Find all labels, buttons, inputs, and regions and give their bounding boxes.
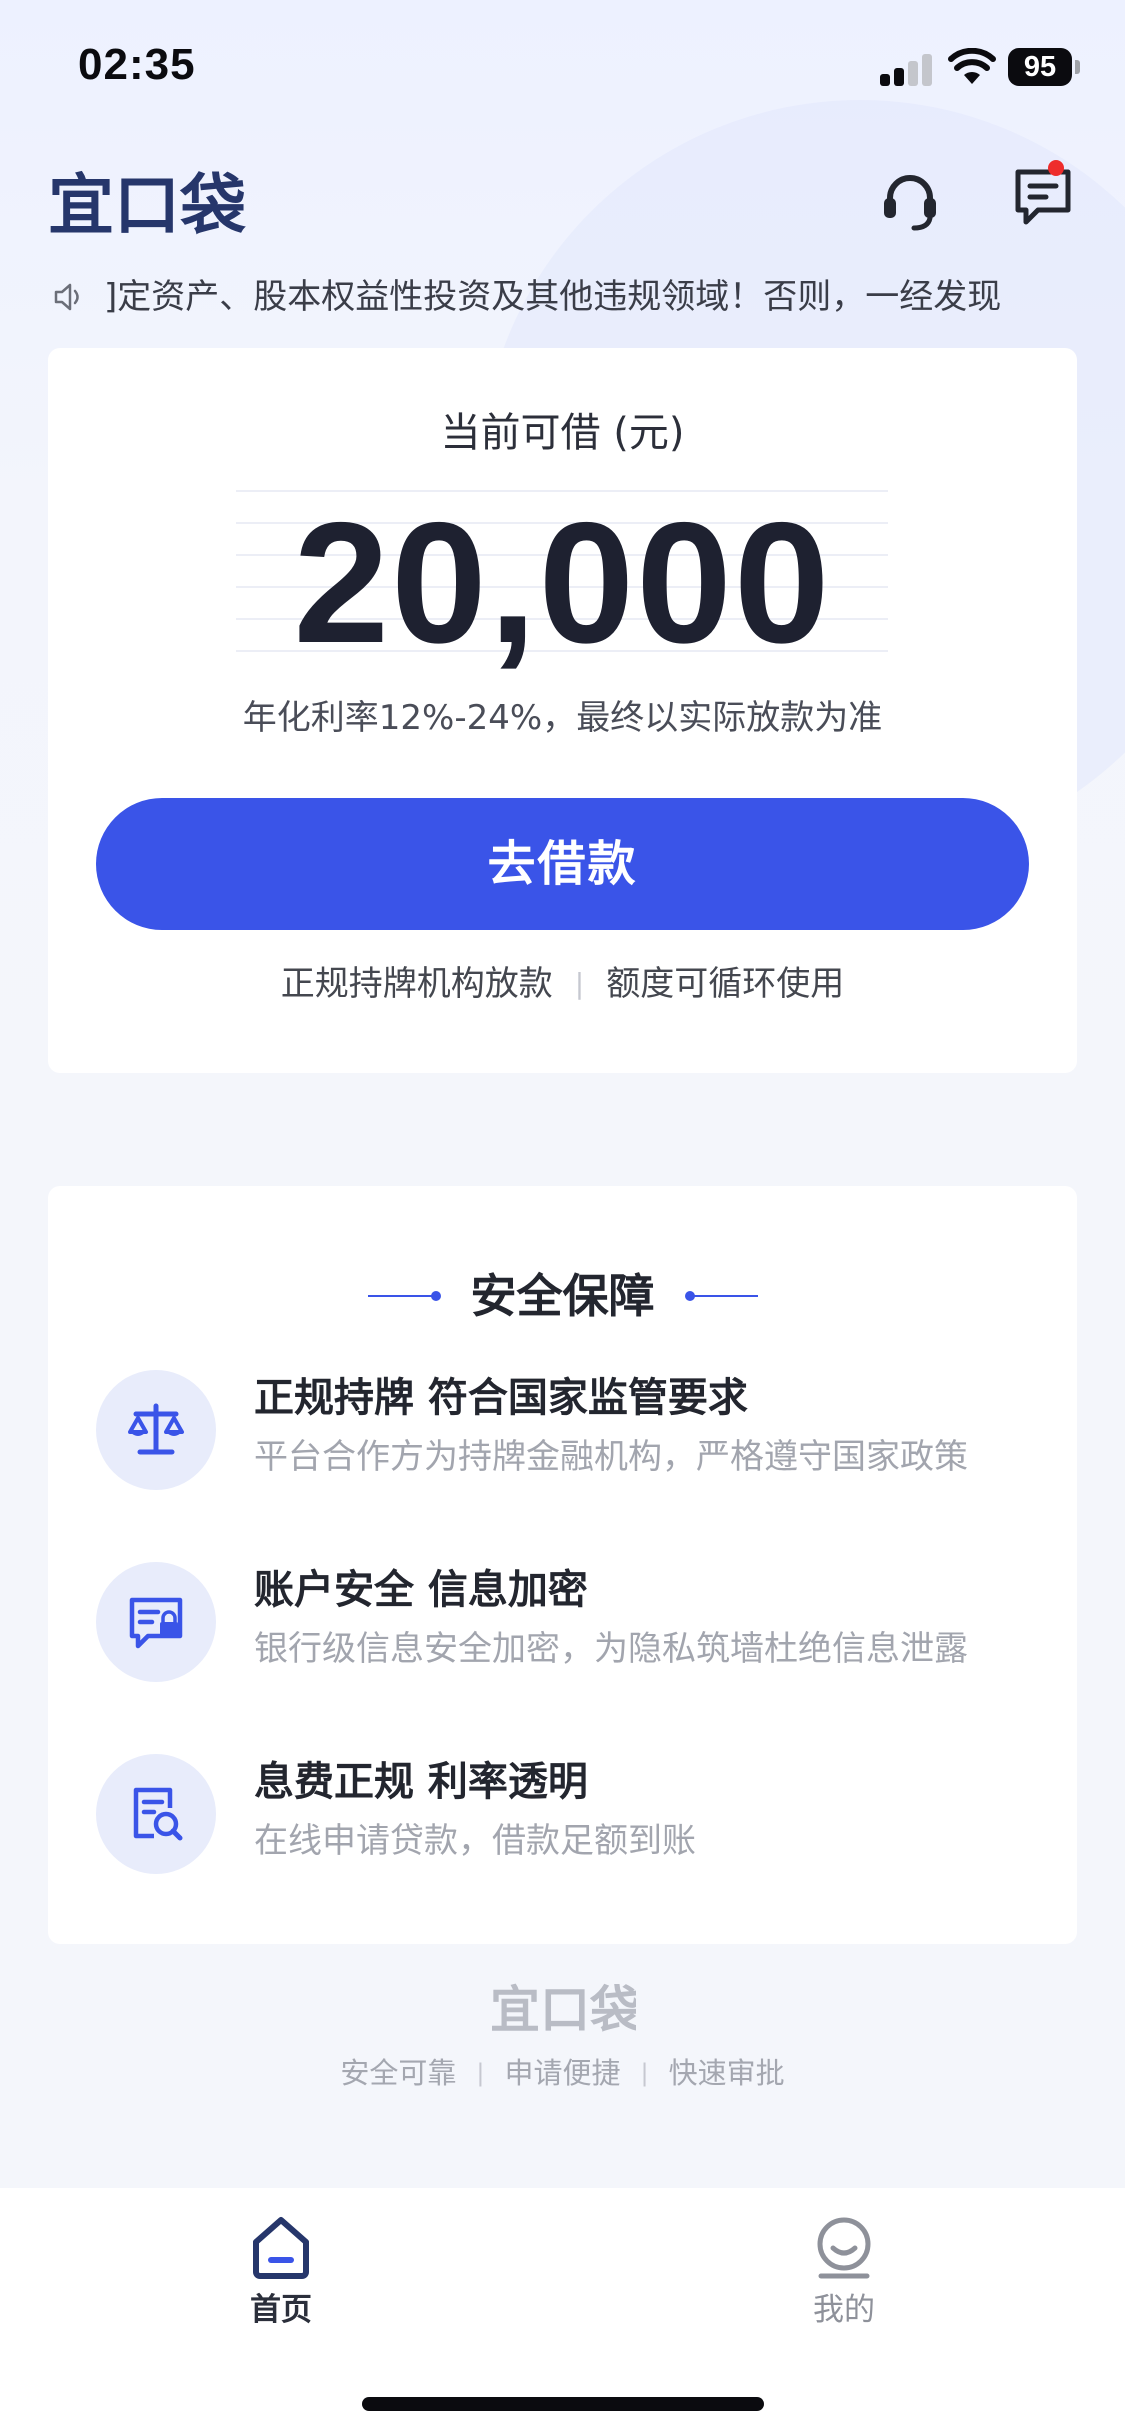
interest-rate-note: 年化利率12%-24%，最终以实际放款为准 [242, 698, 883, 738]
status-bar: 02:35 95 [0, 0, 1125, 130]
footer-logo-text: 宜口袋 [490, 1981, 636, 2037]
available-amount: 20,000 [293, 487, 832, 679]
logo-text: 宜口袋 [48, 167, 246, 240]
security-item-desc: 银行级信息安全加密，为隐私筑墙杜绝信息泄露 [254, 1629, 968, 1669]
security-card: 安全保障 正规持牌 符合国家监管要求 平台合作方为持牌金融机构，严格遵守国家政策… [48, 1186, 1077, 1944]
feature-revolving: 额度可循环使用 [606, 964, 845, 1004]
security-item-title: 息费正规 利率透明 [254, 1759, 588, 1805]
footer-tag: 快速审批 [668, 2056, 785, 2090]
security-icon-bg [96, 1754, 216, 1874]
unread-badge [1048, 160, 1064, 176]
tab-mine-label: 我的 [813, 2292, 875, 2328]
footer-logo: 宜口袋 [490, 1981, 636, 2037]
scale-icon [128, 1403, 184, 1455]
security-title-row: 安全保障 [48, 1266, 1077, 1326]
title-decoration-right [685, 1291, 758, 1301]
tab-home[interactable]: 首页 [191, 2214, 371, 2354]
feature-licensed: 正规持牌机构放款 [280, 964, 553, 1004]
wifi-icon [948, 48, 996, 84]
tab-mine[interactable]: 我的 [754, 2214, 934, 2354]
document-search-icon [133, 1787, 183, 1841]
home-icon [253, 2217, 309, 2279]
security-item-title: 账户安全 信息加密 [254, 1567, 588, 1613]
footer-tag: 申请便捷 [504, 2056, 621, 2090]
status-time: 02:35 [78, 40, 196, 89]
home-indicator[interactable] [362, 2397, 764, 2411]
notice-bar[interactable]: ]定资产、股本权益性投资及其他违规领域！否则，一经发现 [52, 270, 1082, 324]
customer-service-icon[interactable] [878, 168, 942, 232]
security-item-title: 正规持牌 符合国家监管要求 [254, 1375, 748, 1421]
secure-card-icon [129, 1597, 183, 1649]
message-button[interactable] [1006, 160, 1078, 232]
available-amount-label: 当前可借 (元) [440, 410, 685, 456]
app-screen: 02:35 95 宜口袋]定资产、股本权益性投资及其他违规领域！否则，一经发现… [0, 0, 1125, 2436]
battery-indicator: 95 [1008, 48, 1072, 86]
security-item-desc: 在线申请贷款，借款足额到账 [254, 1821, 696, 1861]
divider: | [476, 2059, 485, 2087]
battery-cap [1075, 60, 1080, 74]
tab-home-label: 首页 [250, 2292, 312, 2328]
security-icon-bg [96, 1370, 216, 1490]
footer-tag: 安全可靠 [340, 2056, 457, 2090]
divider: | [640, 2059, 649, 2087]
divider: | [574, 967, 585, 1000]
borrow-button[interactable]: 去借款 [96, 798, 1029, 930]
app-logo: 宜口袋 [48, 167, 246, 240]
security-item-transparency: 息费正规 利率透明 在线申请贷款，借款足额到账 [96, 1754, 1036, 1894]
profile-icon [817, 2217, 871, 2279]
security-item-licensed: 正规持牌 符合国家监管要求 平台合作方为持牌金融机构，严格遵守国家政策 [96, 1370, 1036, 1510]
loan-features: 正规持牌机构放款 | 额度可循环使用 [48, 956, 1077, 1005]
footer-tags: 安全可靠 | 申请便捷 | 快速审批 [0, 2050, 1125, 2092]
message-icon [1015, 169, 1071, 225]
cellular-signal-icon [880, 52, 934, 86]
loan-card: 当前可借 (元) 20,000 年化利率12%-24%，最终以实际放款为准 去借… [48, 348, 1077, 1073]
notice-text: ]定资产、股本权益性投资及其他违规领域！否则，一经发现 [104, 277, 1002, 317]
security-item-encryption: 账户安全 信息加密 银行级信息安全加密，为隐私筑墙杜绝信息泄露 [96, 1562, 1036, 1702]
security-icon-bg [96, 1562, 216, 1682]
security-title: 安全保障 [470, 1269, 655, 1323]
speaker-icon [54, 283, 79, 311]
security-item-desc: 平台合作方为持牌金融机构，严格遵守国家政策 [254, 1437, 968, 1477]
